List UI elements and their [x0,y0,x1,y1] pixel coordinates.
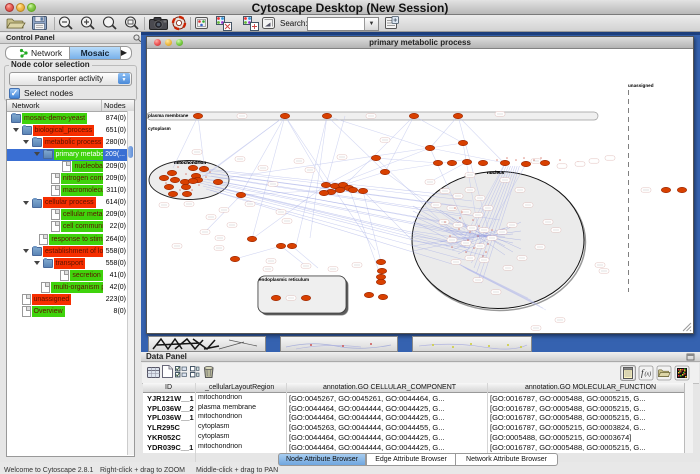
svg-text:plasma membrane: plasma membrane [148,113,189,118]
svg-text:endoplasmic reticulum: endoplasmic reticulum [259,277,309,282]
svg-text:nucleus: nucleus [487,170,505,175]
svg-text:unassigned: unassigned [628,83,654,88]
svg-text:cytoplasm: cytoplasm [148,126,171,131]
svg-text:mitochondrion: mitochondrion [174,160,206,165]
svg-text:(x): (x) [645,371,652,378]
